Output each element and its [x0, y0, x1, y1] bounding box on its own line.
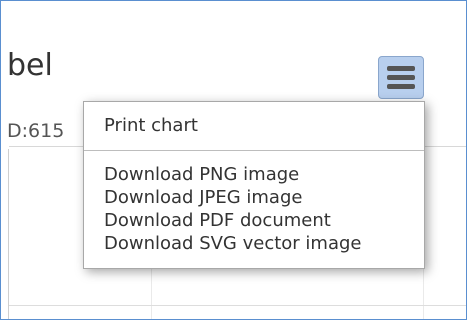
- hamburger-menu-icon: [387, 66, 415, 71]
- plot-border-bottom: [9, 305, 466, 306]
- hamburger-menu-icon-bar: [387, 84, 415, 89]
- menu-separator: [84, 150, 424, 151]
- hamburger-menu-icon-bar: [387, 75, 415, 80]
- chart-context-menu-button[interactable]: [378, 56, 424, 99]
- menu-item-download-svg[interactable]: Download SVG vector image: [104, 234, 361, 254]
- menu-item-print-chart[interactable]: Print chart: [104, 115, 198, 137]
- chart-title: bel: [7, 48, 53, 83]
- export-menu: Print chart Download PNG image Download …: [83, 101, 425, 269]
- menu-item-download-jpeg[interactable]: Download JPEG image: [104, 188, 302, 208]
- plot-border-left: [8, 149, 9, 319]
- menu-item-download-pdf[interactable]: Download PDF document: [104, 211, 331, 231]
- chart-container: bel D:615 Print chart Download PNG image…: [0, 0, 467, 320]
- chart-subtitle: D:615: [7, 120, 65, 142]
- menu-item-download-png[interactable]: Download PNG image: [104, 165, 299, 185]
